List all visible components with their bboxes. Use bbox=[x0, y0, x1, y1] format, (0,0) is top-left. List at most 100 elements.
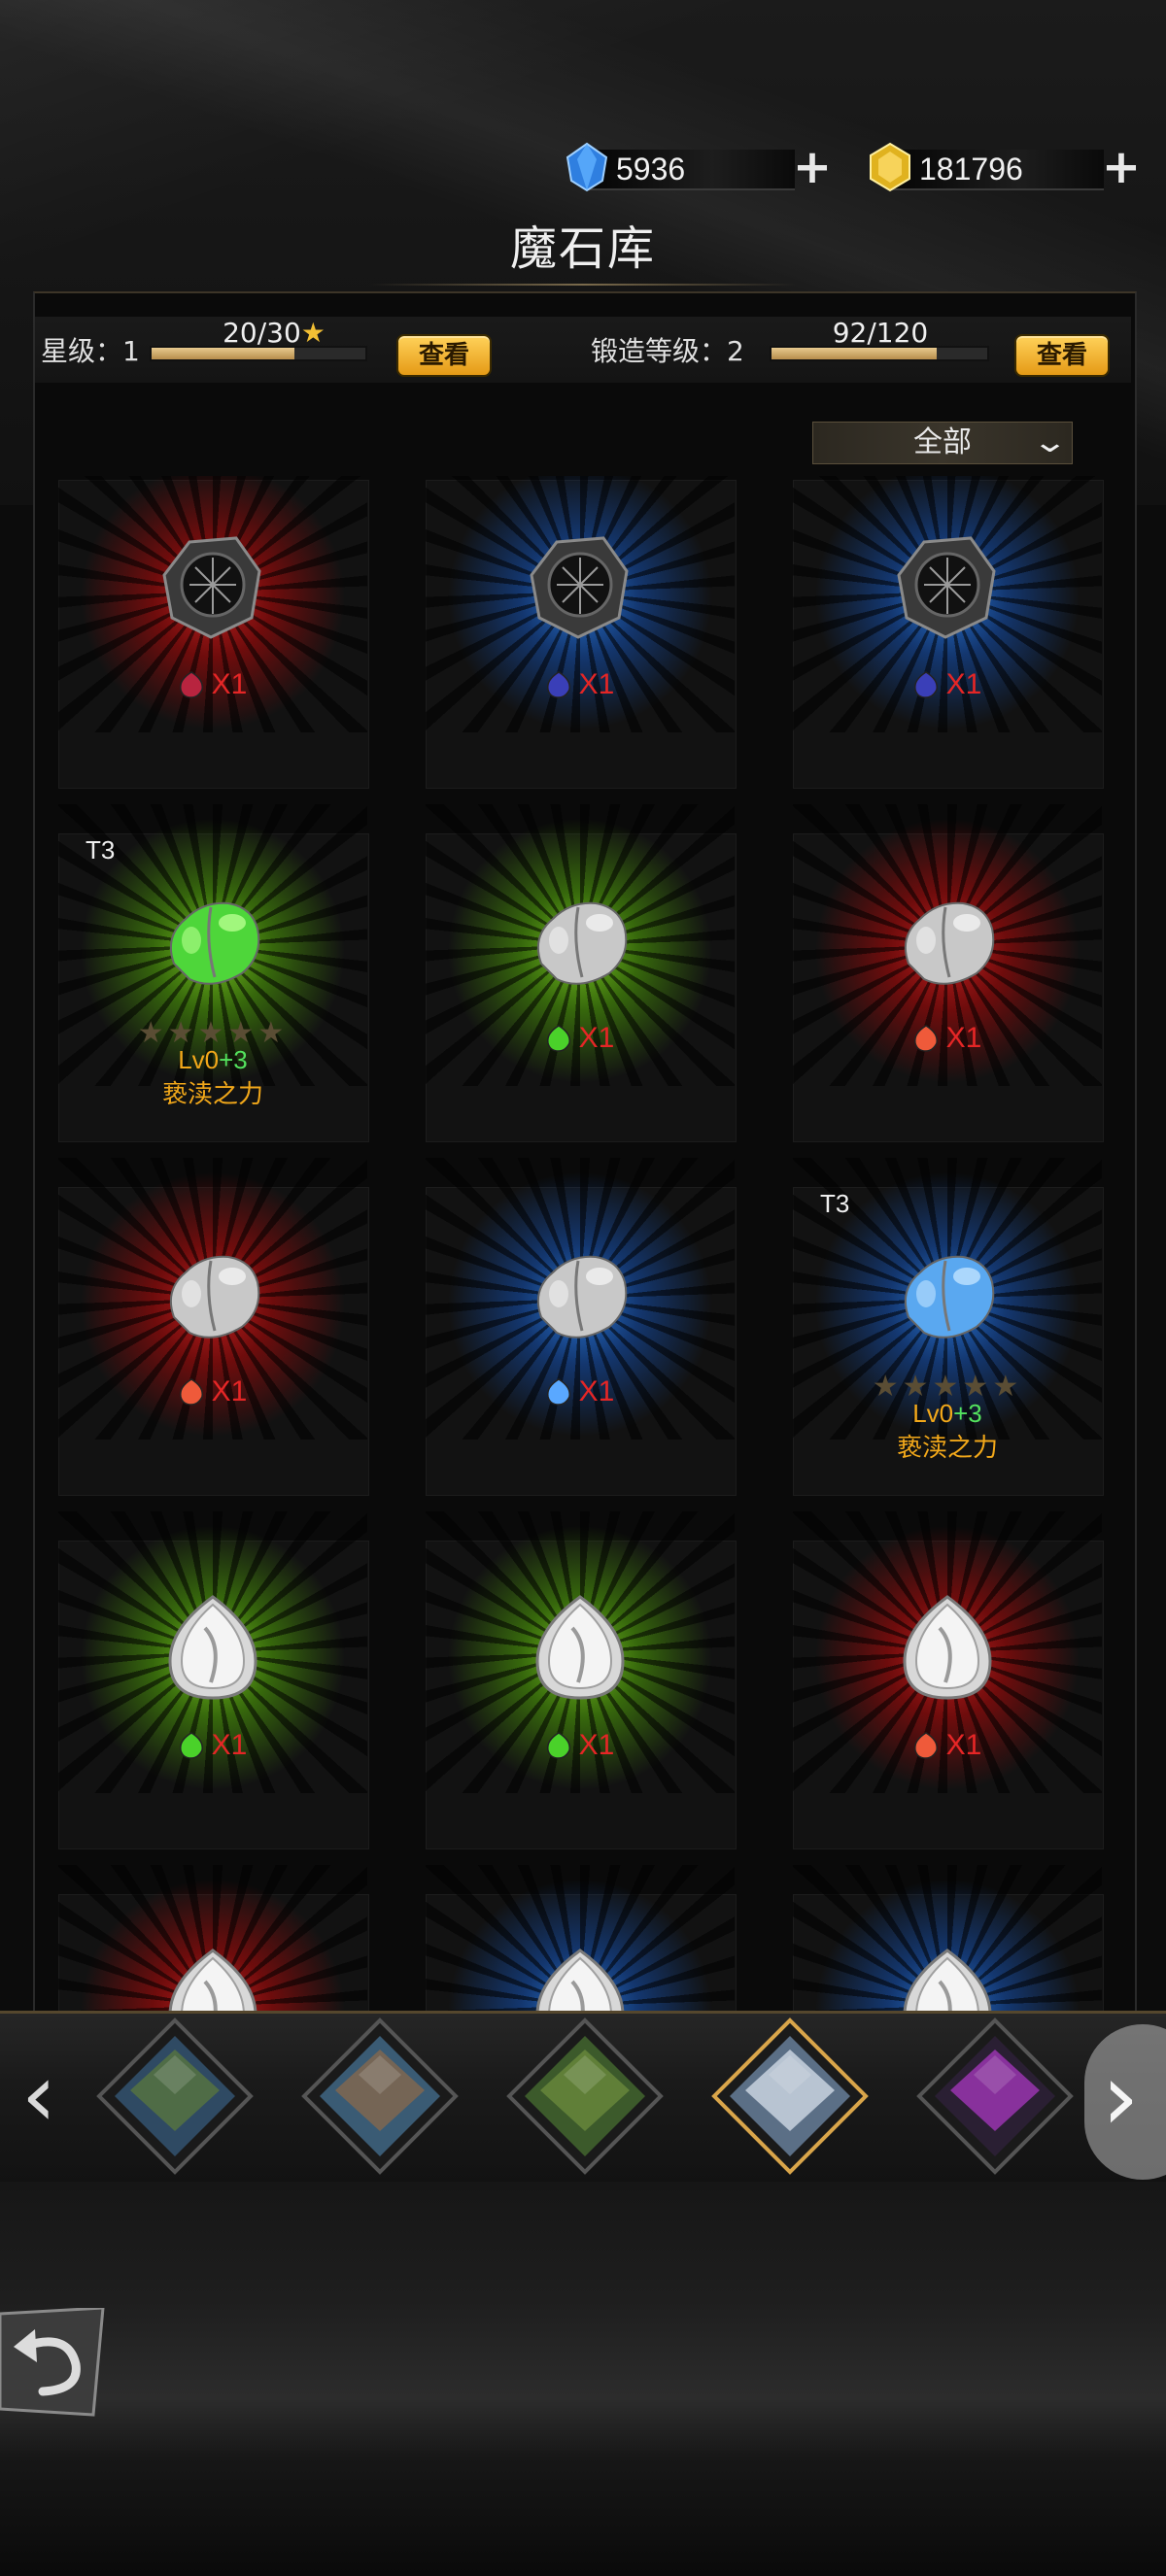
beetle-stone-icon bbox=[905, 1255, 995, 1339]
stone-slot[interactable]: T3 ★★★★★ Lv0+3 亵渎之力 bbox=[781, 1158, 1104, 1500]
stone-slot[interactable]: X1 bbox=[414, 1158, 737, 1500]
star-progress-value: 20/30 bbox=[223, 317, 301, 349]
dark-forest-map-tile[interactable] bbox=[95, 2017, 255, 2176]
teardrop-stone-icon bbox=[903, 1595, 992, 1700]
stone-slot[interactable]: X1 bbox=[781, 1511, 1104, 1853]
level-label: Lv0+3 bbox=[781, 1399, 1114, 1429]
mini-gem-icon bbox=[179, 671, 203, 698]
forge-level-label: 锻造等级：2 bbox=[591, 335, 744, 367]
stone-slot[interactable]: X1 bbox=[47, 1511, 369, 1853]
quantity-label: X1 bbox=[47, 1729, 377, 1762]
quantity-value: X1 bbox=[211, 1729, 248, 1761]
quantity-label: X1 bbox=[47, 668, 377, 701]
back-button[interactable] bbox=[0, 2308, 107, 2419]
stone-slot[interactable]: X1 bbox=[414, 804, 737, 1146]
chevron-down-icon: ⌄ bbox=[1031, 425, 1069, 459]
green-hills-map-tile[interactable] bbox=[505, 2017, 665, 2176]
quantity-label: X1 bbox=[414, 668, 744, 701]
shadow-realm-map-tile[interactable] bbox=[915, 2017, 1075, 2176]
stone-slot[interactable]: T3 ★★★★★ Lv0+3 亵渎之力 bbox=[47, 804, 369, 1146]
title-divider bbox=[369, 284, 797, 286]
level-value: Lv0 bbox=[912, 1399, 954, 1428]
ice-mountain-map-icon bbox=[711, 2017, 869, 2175]
mini-gem-icon bbox=[546, 1025, 570, 1052]
forge-view-button[interactable]: 查看 bbox=[1014, 334, 1110, 377]
quantity-label: X1 bbox=[47, 1375, 377, 1408]
filter-dropdown[interactable]: 全部 ⌄ bbox=[812, 422, 1073, 464]
diamond-value: 5936 bbox=[616, 152, 686, 186]
quantity-label: X1 bbox=[414, 1375, 744, 1408]
stone-grid: X1 X1 X1 T3 ★★★★★ Lv0+3 亵渎之力 X1 X1 X1 X1… bbox=[47, 476, 1119, 2011]
quantity-label: X1 bbox=[781, 1022, 1112, 1055]
shadow-realm-map-icon bbox=[916, 2017, 1074, 2175]
blue-crystal-icon bbox=[566, 142, 608, 192]
filter-selected: 全部 bbox=[913, 425, 972, 459]
star-progress-fill bbox=[152, 348, 294, 359]
add-diamond-button[interactable]: + bbox=[791, 144, 834, 190]
level-bonus: +3 bbox=[219, 1045, 248, 1074]
quantity-label: X1 bbox=[781, 1729, 1112, 1762]
star-progress-text: 20/30★ bbox=[187, 317, 361, 349]
stone-slot[interactable] bbox=[781, 1865, 1104, 2011]
beetle-stone-icon bbox=[170, 1255, 260, 1339]
page-title: 魔石库 bbox=[509, 221, 656, 276]
forge-progress-fill bbox=[772, 348, 938, 359]
level-bonus: +3 bbox=[953, 1399, 982, 1428]
star-icon: ★ bbox=[300, 317, 326, 349]
stone-name: 亵渎之力 bbox=[896, 1434, 998, 1463]
stone-slot[interactable] bbox=[414, 1865, 737, 2011]
stone-slot[interactable]: X1 bbox=[414, 1511, 737, 1853]
stone-name: 亵渎之力 bbox=[161, 1080, 263, 1109]
teardrop-stone-icon bbox=[903, 1949, 992, 2011]
quantity-label: X1 bbox=[414, 1729, 744, 1762]
level-value: Lv0 bbox=[178, 1045, 220, 1074]
stone-slot[interactable]: X1 bbox=[47, 476, 369, 793]
beetle-stone-icon bbox=[537, 1255, 628, 1339]
diamond-counter: 5936 + bbox=[560, 142, 834, 192]
teardrop-stone-icon bbox=[168, 1595, 257, 1700]
mini-gem-icon bbox=[179, 1732, 203, 1759]
mini-gem-icon bbox=[179, 1378, 203, 1406]
quantity-value: X1 bbox=[578, 668, 615, 700]
dark-orb-stone-icon bbox=[897, 536, 996, 639]
mini-gem-icon bbox=[913, 1732, 938, 1759]
stone-slot[interactable]: X1 bbox=[781, 476, 1104, 793]
beetle-stone-icon bbox=[905, 901, 995, 985]
star-progress-bar bbox=[150, 346, 367, 361]
quantity-value: X1 bbox=[578, 1729, 615, 1761]
quantity-value: X1 bbox=[211, 668, 248, 700]
snow-village-map-tile[interactable] bbox=[300, 2017, 460, 2176]
mini-gem-icon bbox=[546, 1378, 570, 1406]
teardrop-stone-icon bbox=[168, 1949, 257, 2011]
quantity-value: X1 bbox=[945, 1729, 982, 1761]
gold-value: 181796 bbox=[919, 152, 1023, 186]
next-arrow-button[interactable]: › bbox=[1084, 2024, 1166, 2180]
snow-village-map-icon bbox=[301, 2017, 459, 2175]
stats-bar: 星级：1 20/30★ 查看 锻造等级：2 92/120 查看 bbox=[35, 317, 1131, 383]
star-level-label: 星级：1 bbox=[41, 335, 140, 367]
tier-label: T3 bbox=[820, 1189, 850, 1218]
quantity-value: X1 bbox=[578, 1375, 615, 1407]
dark-orb-stone-icon bbox=[530, 536, 629, 639]
dark-forest-map-icon bbox=[96, 2017, 254, 2175]
stone-slot[interactable]: X1 bbox=[47, 1158, 369, 1500]
stone-slot[interactable]: X1 bbox=[414, 476, 737, 793]
teardrop-stone-icon bbox=[535, 1595, 625, 1700]
mini-gem-icon bbox=[546, 671, 570, 698]
add-gold-button[interactable]: + bbox=[1100, 144, 1143, 190]
stone-slot[interactable]: X1 bbox=[781, 804, 1104, 1146]
stone-slot[interactable] bbox=[47, 1865, 369, 2011]
dark-orb-stone-icon bbox=[162, 536, 261, 639]
forge-progress-bar bbox=[770, 346, 989, 361]
gold-gem-icon bbox=[870, 142, 910, 192]
quantity-value: X1 bbox=[945, 1022, 982, 1054]
gold-counter: 181796 + bbox=[863, 142, 1143, 192]
mini-gem-icon bbox=[913, 671, 938, 698]
beetle-stone-icon bbox=[537, 901, 628, 985]
bottom-background bbox=[0, 2182, 1166, 2576]
quantity-value: X1 bbox=[945, 668, 982, 700]
star-view-button[interactable]: 查看 bbox=[396, 334, 492, 377]
prev-arrow-button[interactable]: ‹ bbox=[10, 2048, 68, 2145]
ice-mountain-map-tile[interactable] bbox=[710, 2017, 870, 2176]
quantity-value: X1 bbox=[211, 1375, 248, 1407]
